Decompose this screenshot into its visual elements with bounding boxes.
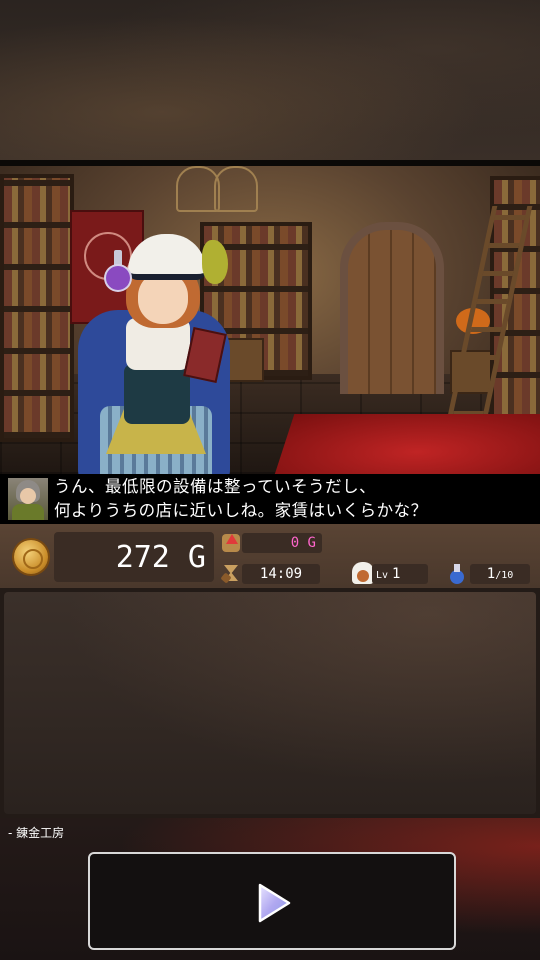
dialogue-line-2: 何よりうちの店に近いしね。家賃はいくらかな？ bbox=[54, 501, 428, 520]
stock-max: /10 bbox=[495, 570, 514, 581]
hat-plume bbox=[202, 240, 228, 284]
game-scene[interactable] bbox=[0, 166, 540, 474]
bookshelf-left bbox=[0, 174, 74, 442]
gold-amount: 272 G bbox=[54, 532, 214, 582]
character-portrait-icon bbox=[352, 562, 374, 584]
character-hat bbox=[128, 234, 206, 280]
workshop-section: - 錬金工房 bbox=[0, 818, 540, 960]
play-icon bbox=[258, 883, 291, 923]
coin-icon bbox=[14, 540, 48, 574]
potion-icon bbox=[446, 562, 468, 584]
dialogue-text: うん、最低限の設備は整っていそうだし、 何よりうちの店に近いしね。家賃はいくらか… bbox=[54, 475, 428, 523]
birdcage-right bbox=[214, 166, 258, 212]
dialogue-box[interactable]: うん、最低限の設備は整っていそうだし、 何よりうちの店に近いしね。家賃はいくらか… bbox=[0, 474, 540, 524]
stock-display: 1/10 bbox=[470, 564, 530, 584]
speaker-avatar bbox=[8, 478, 48, 520]
status-panel: 272 G 0 G 14:09 Lv 1 1/10 bbox=[0, 524, 540, 588]
hourglass-icon bbox=[220, 562, 242, 584]
level-value: 1 bbox=[392, 566, 401, 582]
stock-count: 1 bbox=[486, 566, 496, 582]
content-panel bbox=[4, 592, 536, 814]
arrow-up-icon bbox=[220, 532, 242, 554]
flask-icon bbox=[106, 250, 130, 290]
game-time: 14:09 bbox=[242, 564, 320, 584]
dialogue-line-1: うん、最低限の設備は整っていそうだし、 bbox=[54, 477, 377, 496]
section-label: - 錬金工房 bbox=[8, 826, 65, 840]
level-label: Lv bbox=[376, 570, 389, 581]
level-display: Lv 1 bbox=[372, 564, 428, 584]
alchemist-character bbox=[76, 226, 246, 474]
blurred-backdrop bbox=[0, 0, 540, 160]
income-amount: 0 G bbox=[242, 533, 322, 553]
wooden-door bbox=[340, 222, 444, 394]
red-rug bbox=[269, 414, 540, 474]
play-button[interactable] bbox=[88, 852, 456, 950]
character-corset bbox=[124, 364, 190, 424]
